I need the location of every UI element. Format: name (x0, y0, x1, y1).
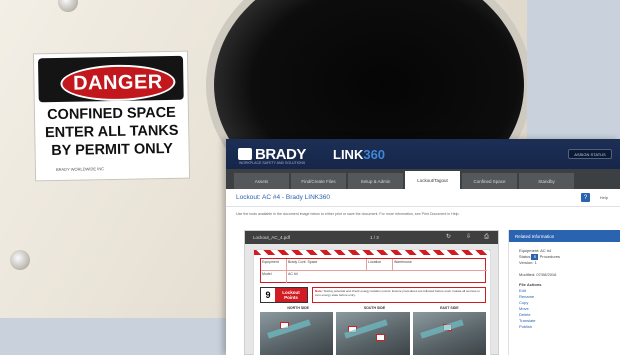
help-icon[interactable]: ? (581, 193, 590, 202)
side-heading: NORTH SIDE (287, 306, 309, 310)
equipment-label: Equipment (261, 259, 287, 271)
danger-sign: DANGER CONFINED SPACE ENTER ALL TANKS BY… (32, 50, 191, 182)
lockout-photos (260, 312, 486, 355)
action-publish[interactable]: Publish (509, 324, 620, 330)
location-value: Warehouse (393, 259, 487, 271)
hazard-stripes (254, 250, 490, 255)
note-text: Testing potential and check energy isola… (315, 289, 480, 297)
model-value: AC #4 (288, 272, 298, 276)
tab-standby[interactable]: Standby (519, 173, 574, 189)
side-headings: NORTH SIDE SOUTH SIDE EAST SIDE (260, 306, 486, 310)
page-title-bar: Lockout: AC #4 - Brady LINK360 ? Help (226, 189, 620, 207)
document-header-grid: Equipment Brady Conf. Space Location War… (260, 258, 487, 283)
model-label: Model (261, 271, 287, 283)
status-label: Status (519, 254, 531, 260)
related-info-panel: Related Information Equipment: AC #4 Sta… (508, 230, 620, 355)
equipment-value: Brady Conf. Space (287, 259, 367, 271)
brand-tagline: WORKPLACE SAFETY AND SOLUTIONS (239, 161, 306, 165)
lockout-tag-marker (376, 334, 386, 341)
pdf-viewer: Lockout_AC_4.pdf 1 / 3 ↻ ⇩ ⎙ Equipment B… (244, 230, 499, 355)
lockout-points-box: 9 Lockout Points (260, 287, 308, 303)
tab-confined-space[interactable]: Confined Space (462, 173, 517, 189)
header-account-button[interactable]: ASSIGN STATUS (568, 149, 612, 159)
lockout-document-page: Equipment Brady Conf. Space Location War… (253, 249, 491, 355)
viewer-file-name: Lockout_AC_4.pdf (253, 235, 291, 240)
sign-text: CONFINED SPACE ENTER ALL TANKS BY PERMIT… (35, 104, 189, 161)
lockout-tag-marker (280, 322, 289, 329)
product-prefix: LINK (333, 147, 364, 162)
tab-find-create-files[interactable]: Find/Create Files (291, 173, 346, 189)
related-info-title: Related Information (509, 230, 620, 242)
location-label: Location (367, 259, 393, 271)
product-logo: LINK360 (333, 147, 385, 162)
lockout-photo (336, 312, 410, 355)
lockout-points-count: 9 (265, 290, 271, 300)
rivet (10, 250, 30, 270)
lockout-tag-marker (348, 326, 358, 333)
modified-info: Modified: 07/08/2016 (519, 272, 557, 278)
lockout-tag-marker (442, 324, 452, 331)
page-title: Lockout: AC #4 - Brady LINK360 (236, 194, 330, 201)
instructions-text: Use the tools available in the document … (236, 212, 460, 216)
side-heading: EAST SIDE (440, 306, 459, 310)
print-icon[interactable]: ⎙ (483, 234, 490, 241)
tab-setup-admin[interactable]: Setup & Admin (348, 173, 403, 189)
download-icon[interactable]: ⇩ (465, 234, 472, 241)
main-tabs: Assets Find/Create Files Setup & Admin L… (226, 169, 620, 189)
help-link[interactable]: Help (600, 195, 608, 200)
viewer-page-indicator: 1 / 3 (370, 235, 379, 240)
link360-app-window: BRADY WORKPLACE SAFETY AND SOLUTIONS LIN… (226, 139, 620, 355)
document-note: Note: Testing potential and check energy… (312, 287, 486, 303)
status-value: Procedures (539, 254, 561, 260)
rivet (58, 0, 78, 12)
lockout-photo (412, 312, 486, 355)
lockout-points-label: Lockout Points (275, 288, 307, 302)
sign-header-band: DANGER (37, 55, 184, 103)
sign-header: DANGER (60, 63, 176, 102)
sign-line-3: BY PERMIT ONLY (51, 140, 174, 160)
tab-assets[interactable]: Assets (234, 173, 289, 189)
app-header: BRADY WORKPLACE SAFETY AND SOLUTIONS LIN… (226, 139, 620, 169)
sign-fine-print: BRADY WORLDWIDE INC (55, 166, 105, 172)
lockout-photo (260, 312, 334, 355)
version-info: Version: 1 (519, 260, 537, 266)
viewer-toolbar: Lockout_AC_4.pdf 1 / 3 ↻ ⇩ ⎙ (245, 231, 498, 244)
tab-lockout-tagout[interactable]: Lockout/Tagout (405, 171, 460, 189)
side-heading: SOUTH SIDE (363, 306, 386, 310)
rotate-icon[interactable]: ↻ (445, 234, 452, 241)
product-suffix: 360 (363, 147, 386, 162)
brady-logo-icon (238, 148, 252, 160)
